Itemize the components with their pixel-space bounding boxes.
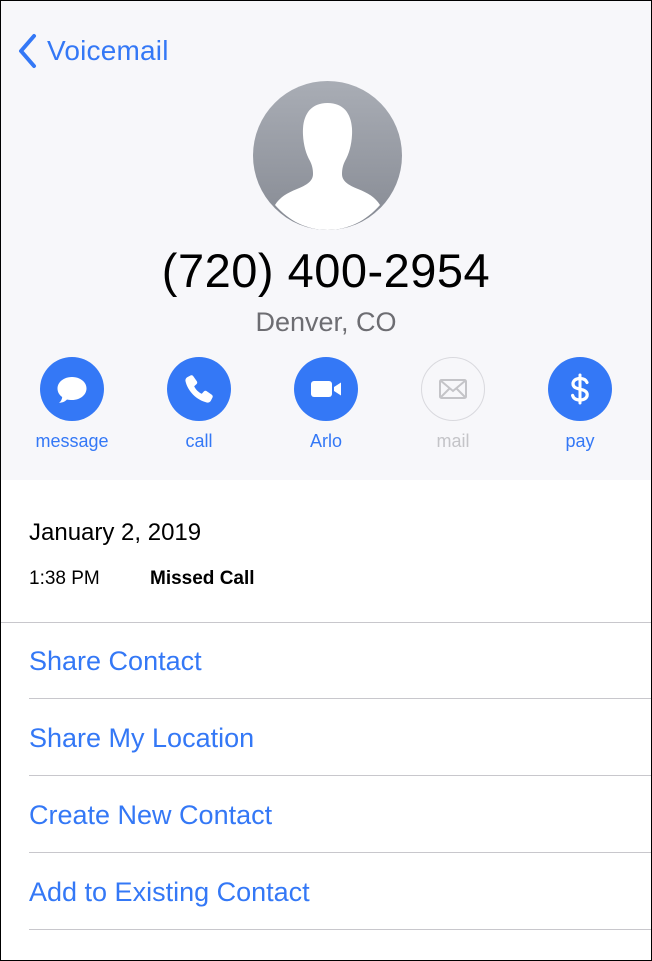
contact-location: Denver, CO xyxy=(255,307,397,337)
envelope-icon xyxy=(439,379,467,399)
arlo-video-button[interactable]: Arlo xyxy=(271,357,381,452)
avatar xyxy=(253,81,402,230)
message-bubble-icon xyxy=(57,377,87,403)
pay-button-label: pay xyxy=(565,431,595,451)
phone-icon xyxy=(185,375,213,403)
chevron-left-icon xyxy=(19,34,36,68)
back-button-label: Voicemail xyxy=(47,35,169,66)
call-button[interactable]: call xyxy=(144,357,254,452)
message-button[interactable]: message xyxy=(17,357,127,452)
mail-button-label: mail xyxy=(436,431,470,451)
arlo-video-button-label: Arlo xyxy=(309,431,342,451)
contact-header: Voicemail (720) 400-2954 Denver, CO mess… xyxy=(1,1,651,480)
pay-button-circle xyxy=(548,357,612,421)
quick-actions: message call Arlo mail pay xyxy=(1,357,651,457)
video-camera-icon xyxy=(311,381,341,397)
call-type: Missed Call xyxy=(150,568,255,589)
add-to-existing-contact-button[interactable]: Add to Existing Contact xyxy=(29,854,651,930)
message-button-label: message xyxy=(35,431,109,451)
contact-detail-screen: Voicemail (720) 400-2954 Denver, CO mess… xyxy=(0,0,652,961)
create-new-contact-button[interactable]: Create New Contact xyxy=(29,777,651,853)
dollar-icon xyxy=(571,373,589,405)
call-date: January 2, 2019 xyxy=(29,519,202,546)
share-my-location-button[interactable]: Share My Location xyxy=(29,700,651,776)
back-button[interactable]: Voicemail xyxy=(15,31,169,71)
contact-phone-number: (720) 400-2954 xyxy=(161,244,491,297)
call-time: 1:38 PM xyxy=(29,568,100,589)
call-button-circle xyxy=(167,357,231,421)
share-contact-button[interactable]: Share Contact xyxy=(29,623,651,699)
arlo-video-button-circle xyxy=(294,357,358,421)
call-button-label: call xyxy=(185,431,213,451)
person-silhouette-icon xyxy=(275,103,380,230)
mail-button[interactable]: mail xyxy=(398,357,508,452)
pay-button[interactable]: pay xyxy=(525,357,635,452)
mail-button-circle xyxy=(421,357,485,421)
message-button-circle xyxy=(40,357,104,421)
